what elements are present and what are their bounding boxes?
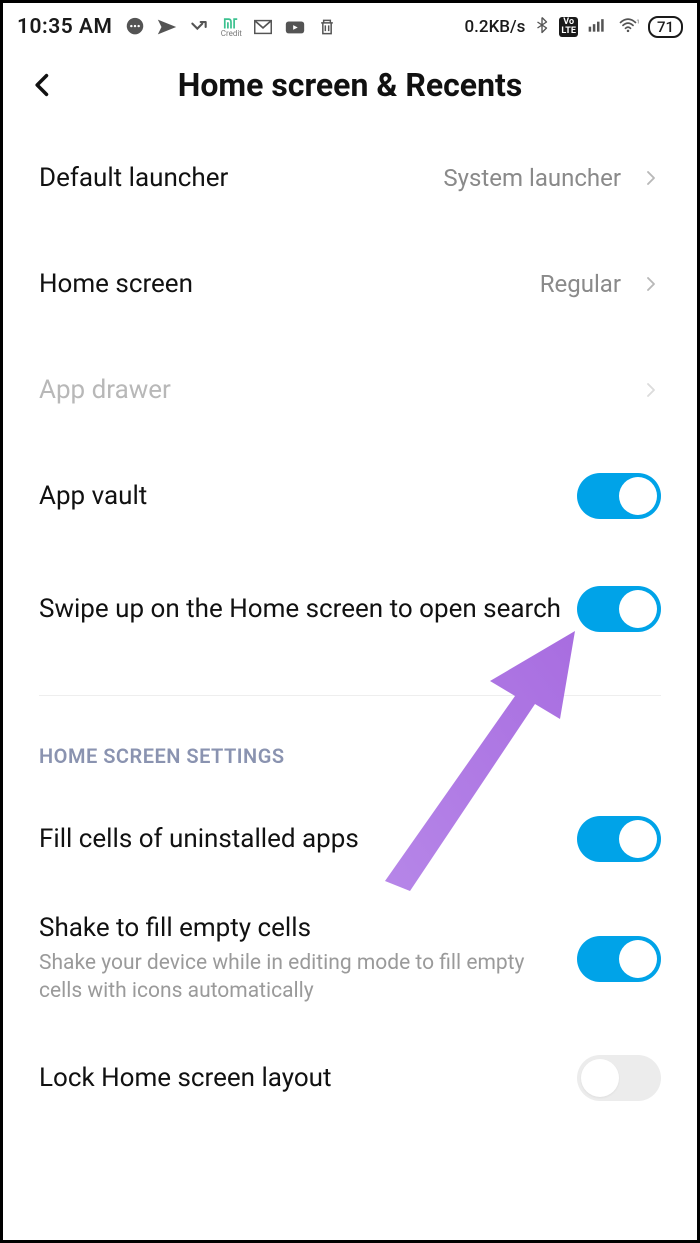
toggle-app-vault[interactable]: [577, 473, 661, 519]
missed-call-icon: [188, 16, 210, 38]
row-subtitle: Shake your device while in editing mode …: [39, 949, 565, 1006]
row-value: System launcher: [443, 164, 621, 192]
row-label: Fill cells of uninstalled apps: [39, 823, 565, 856]
row-default-launcher[interactable]: Default launcher System launcher: [39, 125, 661, 231]
toggle-lock-layout[interactable]: [577, 1055, 661, 1101]
svg-text:1: 1: [636, 19, 639, 25]
app-header: Home screen & Recents: [3, 47, 697, 125]
chevron-right-icon: [641, 166, 661, 190]
toggle-shake-fill[interactable]: [577, 936, 661, 982]
row-label: Lock Home screen layout: [39, 1062, 565, 1095]
row-label: Shake to fill empty cells: [39, 912, 565, 945]
row-lock-layout[interactable]: Lock Home screen layout: [39, 1025, 661, 1131]
chevron-right-icon: [641, 378, 661, 402]
row-value: Regular: [540, 270, 621, 298]
signal-icon: [586, 15, 608, 40]
youtube-icon: [284, 16, 306, 38]
row-app-vault[interactable]: App vault: [39, 443, 661, 549]
toggle-fill-cells[interactable]: [577, 816, 661, 862]
page-title: Home screen & Recents: [23, 66, 677, 104]
data-rate: 0.2KB/s: [465, 17, 526, 37]
battery-indicator: 71: [648, 16, 683, 38]
row-shake-fill[interactable]: Shake to fill empty cells Shake your dev…: [39, 892, 661, 1025]
trash-icon: [316, 16, 338, 38]
wifi-icon: 1: [616, 15, 640, 40]
bluetooth-icon: [533, 15, 551, 40]
row-swipe-search[interactable]: Swipe up on the Home screen to open sear…: [39, 549, 661, 669]
row-label: Swipe up on the Home screen to open sear…: [39, 593, 565, 626]
row-label: Default launcher: [39, 162, 431, 195]
status-time: 10:35 AM: [17, 15, 112, 39]
row-fill-cells[interactable]: Fill cells of uninstalled apps: [39, 786, 661, 892]
section-header-home-settings: HOME SCREEN SETTINGS: [39, 696, 661, 786]
row-app-drawer: App drawer: [39, 337, 661, 443]
volte-icon: VoLTE: [559, 17, 578, 37]
row-label: App vault: [39, 480, 565, 513]
row-label: App drawer: [39, 374, 629, 407]
status-bar: 10:35 AM Credit: [3, 3, 697, 47]
mi-credit-icon: Credit: [220, 16, 242, 38]
row-home-screen[interactable]: Home screen Regular: [39, 231, 661, 337]
chevron-right-icon: [641, 272, 661, 296]
status-icons: Credit: [124, 16, 338, 38]
chat-icon: [124, 16, 146, 38]
gmail-icon: [252, 16, 274, 38]
toggle-swipe-search[interactable]: [577, 586, 661, 632]
send-icon: [156, 16, 178, 38]
row-label: Home screen: [39, 268, 528, 301]
